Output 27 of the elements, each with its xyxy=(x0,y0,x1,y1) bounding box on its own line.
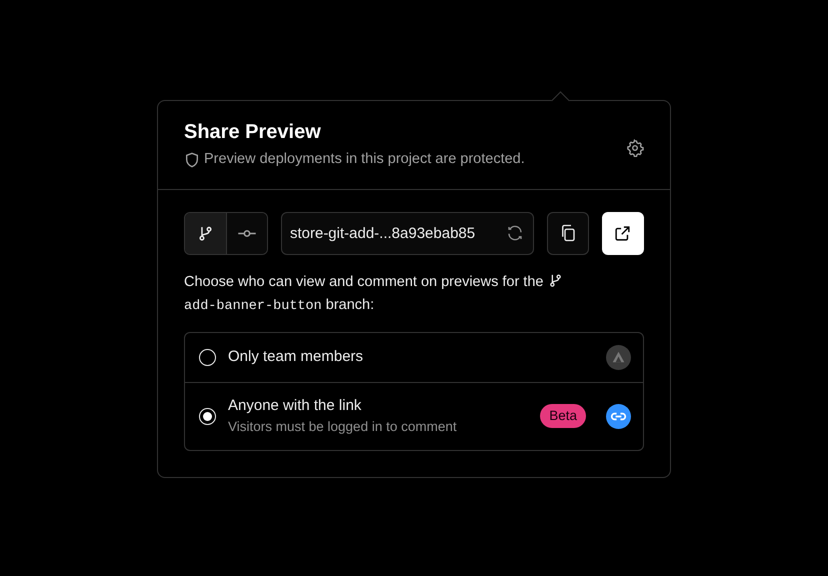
beta-badge: Beta xyxy=(540,404,586,428)
radio-button[interactable] xyxy=(199,348,216,366)
option-label: Only team members xyxy=(228,346,364,367)
branch-icon xyxy=(548,272,562,288)
description-text: branch: xyxy=(326,296,374,313)
team-avatar-icon xyxy=(606,344,631,370)
popover-title: Share Preview xyxy=(184,120,322,145)
option-hint: Visitors must be logged in to comment xyxy=(228,418,458,436)
url-field[interactable]: store-git-add-...8a93ebab85 xyxy=(280,212,534,255)
option-label: Anyone with the link xyxy=(228,396,362,416)
link-icon xyxy=(606,404,631,429)
subtitle-text: Preview deployments in this project are protected. xyxy=(204,150,525,169)
branch-name: add-banner-button xyxy=(184,298,322,314)
radio-button[interactable] xyxy=(199,408,216,425)
visibility-option[interactable]: Anyone with the link Visitors must be logged in to comment Beta xyxy=(185,382,643,450)
description-text: Choose who can view and comment on previews for the xyxy=(184,274,544,290)
commit-icon xyxy=(238,230,256,237)
gear-icon xyxy=(626,138,644,157)
shield-icon xyxy=(184,152,200,168)
commit-toggle[interactable] xyxy=(226,212,267,254)
external-link-icon xyxy=(614,224,632,242)
copy-button[interactable] xyxy=(546,212,589,255)
visibility-option[interactable]: Only team members xyxy=(185,332,643,382)
open-external-button[interactable] xyxy=(602,212,644,255)
branch-icon xyxy=(196,224,214,242)
refresh-icon xyxy=(506,224,524,242)
branch-toggle[interactable] xyxy=(185,212,226,254)
